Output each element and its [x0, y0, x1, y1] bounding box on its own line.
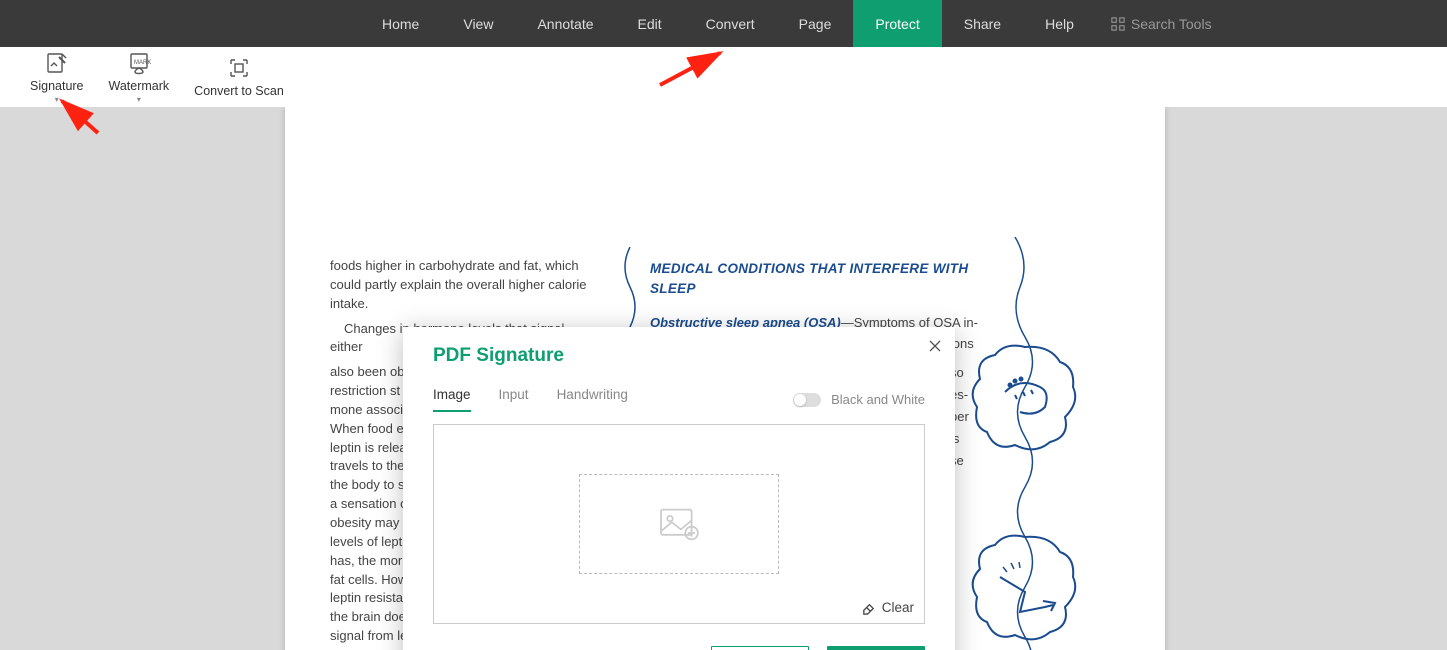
main-menu-bar: Home View Annotate Edit Convert Page Pro…	[0, 0, 1447, 47]
svg-text:MARK: MARK	[134, 60, 151, 66]
doc-text: foods higher in carbohydrate and fat, wh…	[330, 257, 590, 314]
black-white-option: Black and White	[793, 392, 925, 407]
protect-ribbon: Signature ▾ MARK Watermark ▾ Convert to …	[0, 47, 1447, 107]
tab-handwriting[interactable]: Handwriting	[557, 387, 628, 412]
black-white-toggle[interactable]	[793, 393, 821, 407]
menu-help[interactable]: Help	[1023, 0, 1096, 47]
doc-heading: MEDICAL CONDITIONS THAT INTERFERE WITH S…	[650, 259, 980, 298]
search-tools-label: Search Tools	[1131, 16, 1212, 32]
black-white-label: Black and White	[831, 392, 925, 407]
menu-share[interactable]: Share	[942, 0, 1023, 47]
menu-page[interactable]: Page	[777, 0, 854, 47]
clear-button[interactable]: Clear	[861, 600, 914, 615]
dialog-actions: Cancel OK	[433, 646, 925, 650]
chevron-down-icon: ▾	[137, 95, 141, 104]
cancel-button[interactable]: Cancel	[711, 646, 809, 650]
signature-canvas[interactable]: Clear	[433, 424, 925, 624]
clear-label: Clear	[882, 600, 914, 615]
menu-edit[interactable]: Edit	[616, 0, 684, 47]
eraser-icon	[861, 600, 876, 615]
ribbon-watermark-label: Watermark	[109, 79, 170, 93]
chevron-down-icon: ▾	[55, 95, 59, 104]
sleep-apnea-illustration	[965, 337, 1085, 457]
scan-icon	[227, 56, 251, 80]
watermark-icon: MARK	[127, 51, 151, 75]
ribbon-scan-label: Convert to Scan	[194, 84, 284, 98]
dialog-title: PDF Signature	[433, 345, 925, 367]
ribbon-convert-to-scan[interactable]: Convert to Scan	[194, 56, 284, 98]
restless-leg-illustration	[965, 527, 1085, 647]
ok-button[interactable]: OK	[827, 646, 925, 650]
ribbon-signature[interactable]: Signature ▾	[30, 51, 84, 104]
menu-protect[interactable]: Protect	[853, 0, 941, 47]
image-dropzone[interactable]	[579, 474, 779, 574]
menu-home[interactable]: Home	[360, 0, 441, 47]
close-icon	[929, 340, 941, 352]
pdf-signature-dialog: PDF Signature Image Input Handwriting Bl…	[403, 327, 955, 650]
dialog-tabs: Image Input Handwriting Black and White	[433, 387, 925, 412]
menu-view[interactable]: View	[441, 0, 515, 47]
tab-input[interactable]: Input	[499, 387, 529, 412]
close-button[interactable]	[929, 339, 941, 356]
menu-convert[interactable]: Convert	[684, 0, 777, 47]
image-upload-icon	[657, 506, 701, 542]
menu-annotate[interactable]: Annotate	[515, 0, 615, 47]
ribbon-watermark[interactable]: MARK Watermark ▾	[109, 51, 170, 104]
document-viewport[interactable]: foods higher in carbohydrate and fat, wh…	[0, 107, 1447, 650]
ribbon-signature-label: Signature	[30, 79, 84, 93]
tab-image[interactable]: Image	[433, 387, 471, 412]
apps-icon	[1111, 17, 1125, 31]
search-tools[interactable]: Search Tools	[1111, 16, 1212, 32]
signature-icon	[45, 51, 69, 75]
